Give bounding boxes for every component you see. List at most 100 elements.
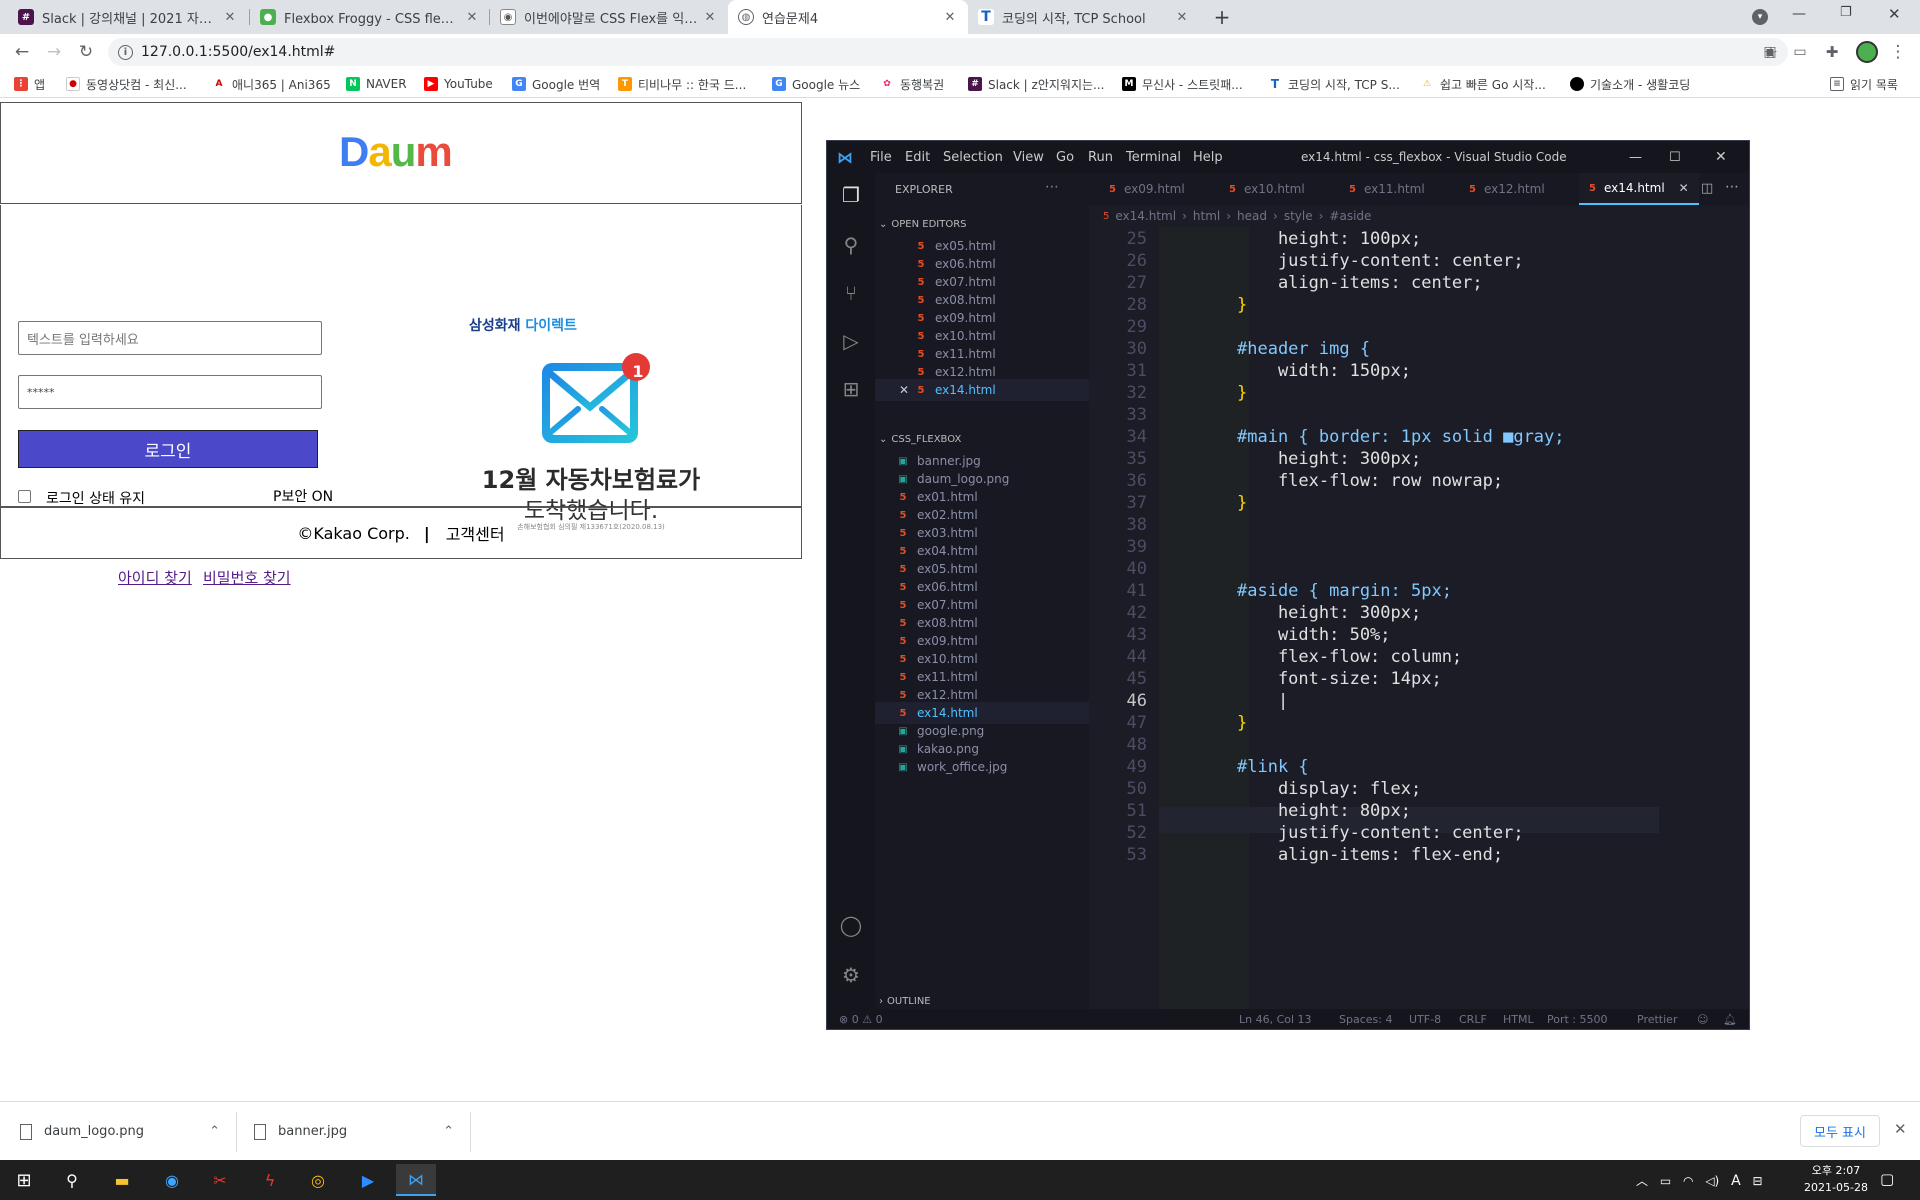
browser-tab-active[interactable]: ◍ 연습문제4 ✕: [728, 0, 968, 34]
language-mode[interactable]: HTML: [1503, 1013, 1534, 1026]
indentation[interactable]: Spaces: 4: [1339, 1013, 1392, 1026]
password-input[interactable]: *****: [18, 375, 322, 409]
close-icon[interactable]: ✕: [942, 10, 958, 25]
bookmark-item[interactable]: G Google 뉴스: [772, 70, 860, 98]
menu-file[interactable]: File: [870, 141, 892, 173]
chevron-up-icon[interactable]: ⌃: [443, 1124, 454, 1139]
more-actions-icon[interactable]: ⋯: [1045, 179, 1059, 195]
close-icon[interactable]: ✕: [464, 10, 480, 25]
back-icon[interactable]: ←: [8, 34, 36, 70]
ad-banner[interactable]: 삼성화재 다이렉트 1 12월 자동차보험료가 도착했습니다. 손해보험협회 심…: [441, 315, 771, 531]
menu-view[interactable]: View: [1013, 141, 1044, 173]
clock[interactable]: 오후 2:07 2021-05-28: [1796, 1162, 1876, 1196]
open-editor-item[interactable]: ✕ 5 ex14.html: [875, 379, 1089, 401]
bookmark-item[interactable]: A 애니365 | Ani365: [212, 70, 331, 98]
id-input[interactable]: 텍스트를 입력하세요: [18, 321, 322, 355]
maximize-button[interactable]: ☐: [1669, 141, 1681, 173]
tab-search-icon[interactable]: ▾: [1752, 9, 1768, 25]
close-icon[interactable]: ✕: [899, 383, 911, 397]
file-tree-item[interactable]: ▣ work_office.jpg: [875, 756, 1089, 778]
ime-indicator[interactable]: A: [1731, 1173, 1741, 1189]
code-editor[interactable]: 25 height: 100px; 26 justify-content: cen…: [1089, 227, 1749, 1009]
menu-go[interactable]: Go: [1056, 141, 1074, 173]
restore-button[interactable]: ❐: [1840, 5, 1852, 20]
bookmark-item[interactable]: ✿ 동행복권: [880, 70, 944, 98]
zoom-icon[interactable]: ▶: [348, 1164, 388, 1196]
menu-help[interactable]: Help: [1193, 141, 1223, 173]
extension-screenshot-icon[interactable]: ▣: [1756, 34, 1784, 70]
new-tab-button[interactable]: +: [1210, 5, 1234, 29]
file-explorer-icon[interactable]: ▬: [102, 1164, 142, 1196]
browser-tab-css-flex[interactable]: ◉ 이번에야말로 CSS Flex를 익혀보 ✕: [490, 0, 728, 34]
address-bar[interactable]: i 127.0.0.1:5500/ex14.html# ☆: [108, 38, 1788, 66]
bookmark-item[interactable]: G Google 번역: [512, 70, 600, 98]
bookmark-item[interactable]: N NAVER: [346, 70, 407, 98]
bookmark-item[interactable]: 기술소개 - 생활코딩: [1570, 70, 1690, 98]
chevron-up-icon[interactable]: ⌃: [209, 1124, 220, 1139]
menu-selection[interactable]: Selection: [943, 141, 1003, 173]
account-icon[interactable]: ◯: [839, 913, 863, 937]
menu-terminal[interactable]: Terminal: [1126, 141, 1181, 173]
bookmark-item[interactable]: ⚠ 쉽고 빠른 Go 시작...: [1420, 70, 1546, 98]
browser-tab-tcpschool[interactable]: T 코딩의 시작, TCP School ✕: [968, 0, 1200, 34]
daum-logo[interactable]: Daum: [339, 131, 453, 173]
more-menu-icon[interactable]: ⋮: [1884, 34, 1912, 70]
source-control-icon[interactable]: ⑂: [839, 281, 863, 305]
minimize-button[interactable]: —: [1629, 141, 1642, 173]
customer-center-link[interactable]: 고객센터: [446, 521, 505, 545]
bookmark-item[interactable]: M 무신사 - 스트릿패...: [1122, 70, 1243, 98]
menu-run[interactable]: Run: [1088, 141, 1113, 173]
browser-tab-flexbox-froggy[interactable]: ● Flexbox Froggy - CSS flexbox 배 ✕: [250, 0, 490, 34]
bookmark-item[interactable]: ▶ YouTube: [424, 70, 493, 98]
security-label[interactable]: P보안 ON: [273, 486, 333, 506]
download-item[interactable]: daum_logo.png ⌃: [20, 1102, 220, 1161]
bookmark-item[interactable]: ● 동영상닷컴 - 최신...: [66, 70, 187, 98]
editor-tab[interactable]: 5 ex10.html: [1219, 173, 1315, 205]
bookmark-apps[interactable]: ⋮ 앱: [14, 70, 45, 98]
avatar[interactable]: [1856, 41, 1878, 63]
editor-tab[interactable]: 5 ex09.html: [1099, 173, 1195, 205]
chevron-up-icon[interactable]: ︿: [1636, 1174, 1648, 1188]
bell-icon[interactable]: 🔔︎: [1723, 1013, 1737, 1026]
gear-icon[interactable]: ⚙: [839, 963, 863, 987]
notification-icon[interactable]: ▢: [1880, 1170, 1894, 1188]
close-icon[interactable]: ✕: [222, 10, 238, 25]
split-editor-icon[interactable]: ◫: [1701, 181, 1713, 196]
browser-tab-slack[interactable]: # Slack | 강의채널 | 2021 자바 안드 ✕: [8, 0, 248, 34]
find-id-link[interactable]: 아이디 찾기: [118, 567, 192, 588]
live-server-port[interactable]: Port : 5500: [1547, 1013, 1608, 1026]
download-item[interactable]: banner.jpg ⌃: [254, 1102, 454, 1161]
extension-cast-icon[interactable]: ▭: [1786, 34, 1814, 70]
wifi-icon[interactable]: ◠: [1683, 1174, 1693, 1188]
bookmark-item[interactable]: T 코딩의 시작, TCP S...: [1268, 70, 1400, 98]
edge-icon[interactable]: ◉: [152, 1164, 192, 1196]
menu-edit[interactable]: Edit: [905, 141, 930, 173]
show-all-button[interactable]: 모두 표시: [1800, 1115, 1880, 1147]
close-icon[interactable]: ✕: [1174, 10, 1190, 25]
login-button[interactable]: 로그인: [18, 430, 318, 468]
filezilla-icon[interactable]: ϟ: [250, 1164, 290, 1196]
close-window-button[interactable]: ✕: [1888, 5, 1901, 23]
chrome-icon[interactable]: ◎: [298, 1164, 338, 1196]
bookmark-item[interactable]: # Slack | z안지워지는...: [968, 70, 1104, 98]
minimize-button[interactable]: —: [1792, 6, 1806, 22]
folder-header[interactable]: ⌄ CSS_FLEXBOX: [875, 428, 1089, 450]
run-debug-icon[interactable]: ▷: [839, 329, 863, 353]
extensions-icon[interactable]: ⊞: [839, 377, 863, 401]
search-icon[interactable]: ⚲: [839, 233, 863, 257]
editor-tab[interactable]: 5 ex11.html: [1339, 173, 1435, 205]
ime-mode-icon[interactable]: ⊟: [1752, 1174, 1762, 1188]
puzzle-icon[interactable]: ✚: [1818, 34, 1846, 70]
feedback-icon[interactable]: ☺: [1697, 1013, 1708, 1026]
line-ending[interactable]: CRLF: [1459, 1013, 1487, 1026]
vscode-taskbar-icon[interactable]: ⋈: [396, 1164, 436, 1196]
find-password-link[interactable]: 비밀번호 찾기: [203, 567, 291, 588]
bookmark-item[interactable]: T 티비나무 :: 한국 드...: [618, 70, 746, 98]
editor-tab-active[interactable]: 5 ex14.html ✕: [1579, 173, 1699, 205]
open-editors-header[interactable]: ⌄ OPEN EDITORS: [875, 213, 1089, 235]
reading-list[interactable]: ≡ 읽기 목록: [1830, 70, 1898, 98]
close-icon[interactable]: ✕: [702, 10, 718, 25]
reload-icon[interactable]: ↻: [72, 34, 100, 70]
keep-login-checkbox[interactable]: [18, 490, 31, 503]
snipping-tool-icon[interactable]: ✂: [200, 1164, 240, 1196]
